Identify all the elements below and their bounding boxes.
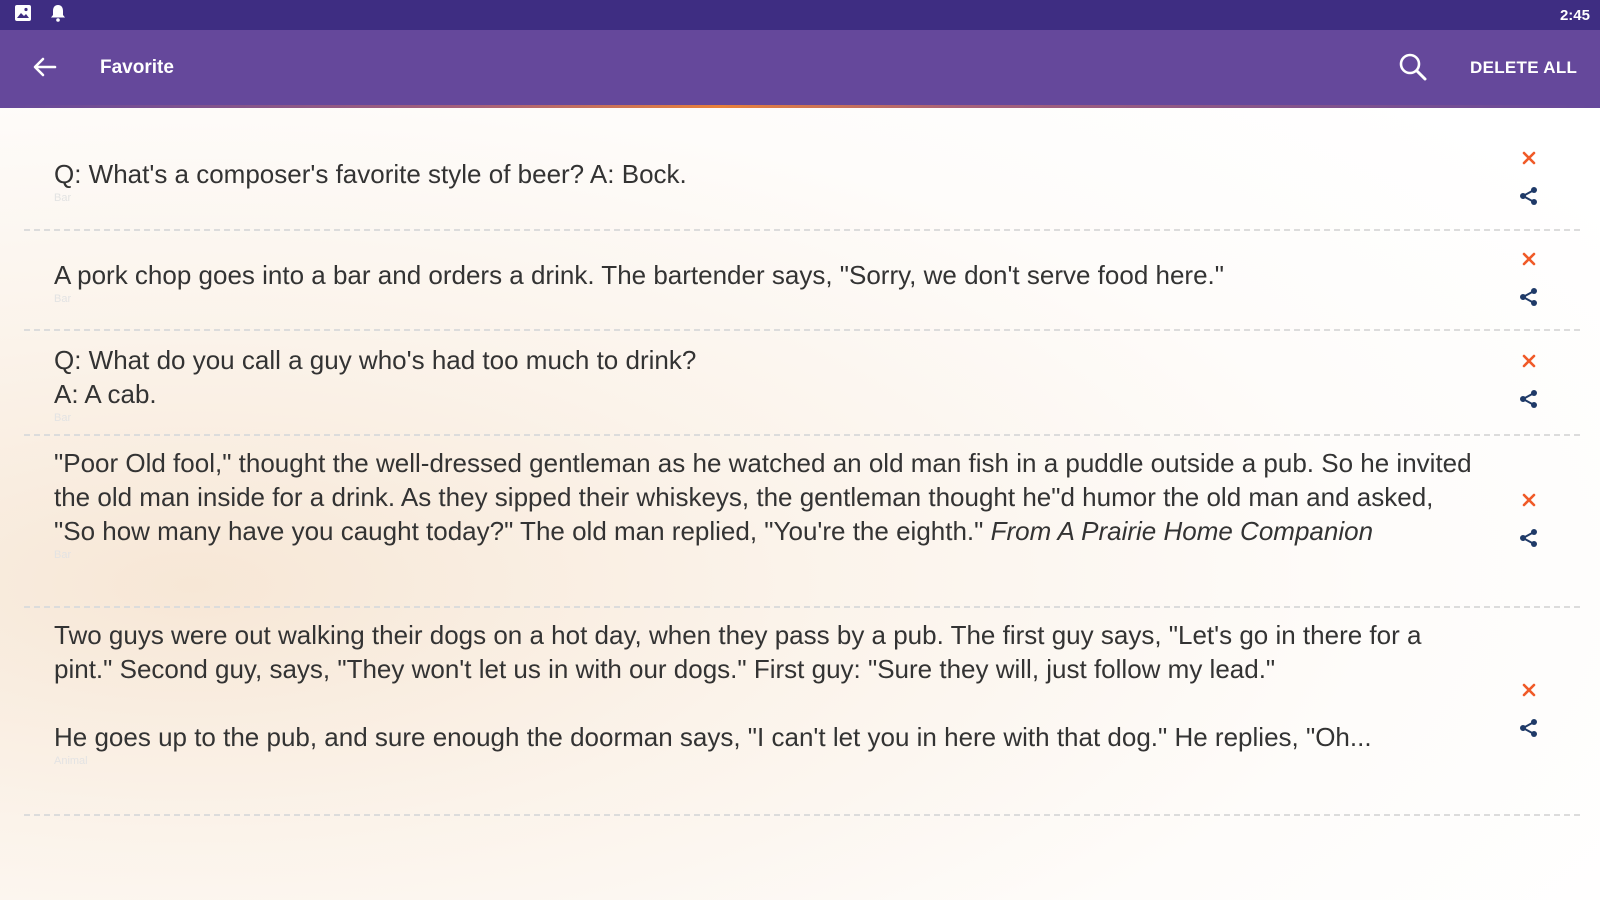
- joke-category: Animal: [54, 755, 88, 767]
- share-button[interactable]: [1518, 287, 1540, 312]
- joke-text: Q: What's a composer's favorite style of…: [54, 159, 687, 189]
- joke-text: "Poor Old fool," thought the well-dresse…: [54, 446, 1480, 548]
- joke-category: Bar: [54, 192, 72, 204]
- delete-button[interactable]: [1518, 681, 1540, 703]
- search-button[interactable]: [1396, 52, 1430, 86]
- joke-text: A pork chop goes into a bar and orders a…: [54, 260, 1224, 290]
- list-item[interactable]: Q: What's a composer's favorite style of…: [24, 130, 1580, 231]
- joke-category: Bar: [54, 412, 72, 424]
- item-actions: [1518, 250, 1540, 310]
- share-icon: [1519, 186, 1539, 211]
- item-actions: [1518, 150, 1540, 210]
- joke-text: Q: What do you call a guy who's had too …: [54, 345, 697, 409]
- status-bar: 2:45: [0, 0, 1600, 30]
- page-title: Favorite: [100, 57, 174, 78]
- item-actions: [1518, 491, 1540, 551]
- app-bar: Favorite DELETE ALL: [0, 30, 1600, 108]
- close-icon: [1521, 251, 1537, 272]
- delete-button[interactable]: [1518, 250, 1540, 272]
- search-icon: [1398, 52, 1428, 87]
- close-icon: [1521, 492, 1537, 513]
- share-button[interactable]: [1518, 389, 1540, 414]
- delete-button[interactable]: [1518, 353, 1540, 375]
- delete-button[interactable]: [1518, 150, 1540, 172]
- item-actions: [1518, 681, 1540, 741]
- share-button[interactable]: [1518, 528, 1540, 553]
- share-icon: [1519, 718, 1539, 743]
- delete-all-button[interactable]: DELETE ALL: [1470, 58, 1577, 78]
- joke-text-continued: He goes up to the pub, and sure enough t…: [54, 722, 1372, 752]
- joke-source: From A Prairie Home Companion: [990, 516, 1374, 546]
- share-icon: [1519, 389, 1539, 414]
- share-icon: [1519, 528, 1539, 553]
- joke-text: Two guys were out walking their dogs on …: [54, 620, 1422, 684]
- list-item[interactable]: "Poor Old fool," thought the well-dresse…: [24, 436, 1580, 608]
- joke-category: Bar: [54, 549, 72, 561]
- arrow-back-icon: [33, 57, 57, 82]
- item-actions: [1518, 353, 1540, 413]
- list-item[interactable]: Q: What do you call a guy who's had too …: [24, 331, 1580, 436]
- joke-category: Bar: [54, 293, 72, 305]
- share-icon: [1519, 287, 1539, 312]
- list-item[interactable]: A pork chop goes into a bar and orders a…: [24, 231, 1580, 331]
- favorites-list: Q: What's a composer's favorite style of…: [24, 130, 1580, 816]
- close-icon: [1521, 150, 1537, 171]
- close-icon: [1521, 682, 1537, 703]
- delete-button[interactable]: [1518, 491, 1540, 513]
- close-icon: [1521, 353, 1537, 374]
- image-icon: [14, 4, 32, 27]
- status-icons: [14, 4, 66, 27]
- status-time: 2:45: [1559, 6, 1590, 24]
- share-button[interactable]: [1518, 186, 1540, 211]
- share-button[interactable]: [1518, 718, 1540, 743]
- notification-bell-icon: [50, 4, 66, 27]
- list-item[interactable]: Two guys were out walking their dogs on …: [24, 608, 1580, 816]
- back-button[interactable]: [28, 54, 62, 84]
